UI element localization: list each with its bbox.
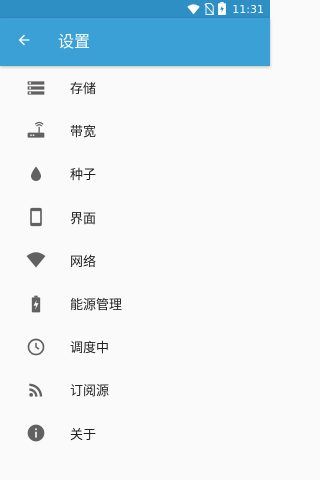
storage-icon xyxy=(24,76,48,100)
wifi-icon xyxy=(24,248,48,272)
router-icon xyxy=(24,119,48,143)
settings-item-label: 网络 xyxy=(70,254,97,270)
info-icon xyxy=(24,421,48,445)
settings-item-label: 存储 xyxy=(70,82,97,98)
settings-item-about[interactable]: 关于 xyxy=(0,412,270,455)
settings-item-bandwidth[interactable]: 带宽 xyxy=(0,109,270,152)
settings-item-label: 能源管理 xyxy=(70,298,123,314)
status-icons: 11:31 xyxy=(187,0,264,18)
settings-item-label: 界面 xyxy=(70,211,97,227)
smartphone-icon xyxy=(24,205,48,229)
settings-item-label: 订阅源 xyxy=(70,384,110,400)
settings-item-interface[interactable]: 界面 xyxy=(0,196,270,239)
settings-item-label: 带宽 xyxy=(70,125,97,141)
settings-item-seeds[interactable]: 种子 xyxy=(0,152,270,195)
settings-list: 存储 带宽 种子 界面 网络 能源管理 调度中 订阅源 关于 xyxy=(0,66,270,455)
settings-item-storage[interactable]: 存储 xyxy=(0,66,270,109)
back-button[interactable] xyxy=(6,24,42,60)
settings-item-network[interactable]: 网络 xyxy=(0,239,270,282)
settings-item-label: 关于 xyxy=(70,427,97,443)
settings-item-power-management[interactable]: 能源管理 xyxy=(0,282,270,325)
rss-icon xyxy=(24,378,48,402)
settings-item-subscriptions[interactable]: 订阅源 xyxy=(0,368,270,411)
battery-charging-icon xyxy=(24,292,48,316)
app-bar: 设置 xyxy=(0,18,270,66)
clock-icon xyxy=(24,335,48,359)
settings-item-scheduling[interactable]: 调度中 xyxy=(0,325,270,368)
wifi-icon xyxy=(187,0,201,19)
status-time: 11:31 xyxy=(232,2,264,16)
arrow-back-icon xyxy=(16,32,32,52)
settings-item-label: 调度中 xyxy=(70,341,110,357)
page-title: 设置 xyxy=(58,32,91,51)
no-sim-icon xyxy=(204,0,215,19)
status-bar: 11:31 xyxy=(0,0,270,18)
water-drop-icon xyxy=(24,162,48,186)
settings-item-label: 种子 xyxy=(70,168,97,184)
battery-charging-icon xyxy=(218,0,227,19)
